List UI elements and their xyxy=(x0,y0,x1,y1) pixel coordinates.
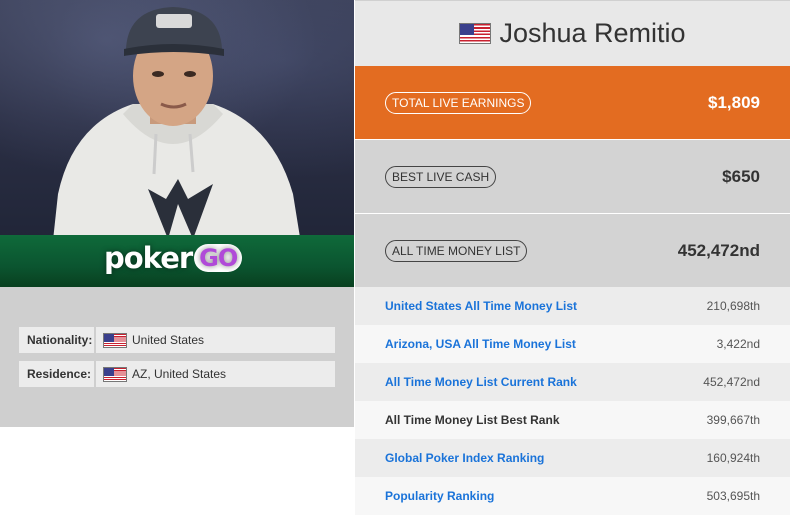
ranking-row-us-money-list: United States All Time Money List 210,69… xyxy=(355,287,790,325)
total-live-earnings-label: TOTAL LIVE EARNINGS xyxy=(385,91,532,114)
player-photo: poker GO xyxy=(0,0,354,287)
player-info-box: Nationality: United States Residence: AZ… xyxy=(0,287,354,427)
ranking-label-best-rank: All Time Money List Best Rank xyxy=(385,413,560,427)
ranking-link-current-rank[interactable]: All Time Money List Current Rank xyxy=(385,375,577,389)
us-flag-icon xyxy=(103,366,127,382)
player-stats-panel: Joshua Remitio TOTAL LIVE EARNINGS $1,80… xyxy=(355,0,790,515)
nationality-row: Nationality: United States xyxy=(19,327,335,353)
ranking-row-gpi: Global Poker Index Ranking 160,924th xyxy=(355,439,790,477)
residence-label: Residence: xyxy=(19,361,96,387)
ranking-row-popularity: Popularity Ranking 503,695th xyxy=(355,477,790,515)
pokergo-logo: poker GO xyxy=(104,241,243,275)
ranking-link-popularity[interactable]: Popularity Ranking xyxy=(385,489,494,503)
us-flag-icon xyxy=(103,332,127,348)
residence-value: AZ, United States xyxy=(132,367,227,381)
ranking-value: 452,472nd xyxy=(703,375,760,389)
ranking-link-gpi[interactable]: Global Poker Index Ranking xyxy=(385,451,544,465)
player-name: Joshua Remitio xyxy=(499,18,686,48)
nationality-label: Nationality: xyxy=(19,327,96,353)
player-name-header: Joshua Remitio xyxy=(355,0,790,66)
ranking-value: 3,422nd xyxy=(716,337,760,351)
residence-row: Residence: AZ, United States xyxy=(19,361,335,387)
ranking-row-current-rank: All Time Money List Current Rank 452,472… xyxy=(355,363,790,401)
ranking-value: 503,695th xyxy=(706,489,760,503)
ranking-row-best-rank: All Time Money List Best Rank 399,667th xyxy=(355,401,790,439)
best-live-cash-label: BEST LIVE CASH xyxy=(385,165,497,188)
best-live-cash-value: $650 xyxy=(722,166,760,186)
ranking-row-arizona-money-list: Arizona, USA All Time Money List 3,422nd xyxy=(355,325,790,363)
ranking-link-arizona-money-list[interactable]: Arizona, USA All Time Money List xyxy=(385,337,576,351)
ranking-link-us-money-list[interactable]: United States All Time Money List xyxy=(385,299,577,313)
ranking-value: 210,698th xyxy=(706,299,760,313)
all-time-money-list-row: ALL TIME MONEY LIST 452,472nd xyxy=(355,214,790,287)
nationality-value: United States xyxy=(132,333,205,347)
total-live-earnings-value: $1,809 xyxy=(708,92,760,112)
us-flag-icon xyxy=(459,23,492,44)
ranking-value: 160,924th xyxy=(706,451,760,465)
all-time-money-list-value: 452,472nd xyxy=(677,240,760,260)
player-profile-left: poker GO Nationality: United States Resid… xyxy=(0,0,354,513)
ranking-value: 399,667th xyxy=(706,413,760,427)
total-live-earnings-row: TOTAL LIVE EARNINGS $1,809 xyxy=(355,66,790,139)
all-time-money-list-label: ALL TIME MONEY LIST xyxy=(385,239,528,262)
best-live-cash-row: BEST LIVE CASH $650 xyxy=(355,140,790,213)
